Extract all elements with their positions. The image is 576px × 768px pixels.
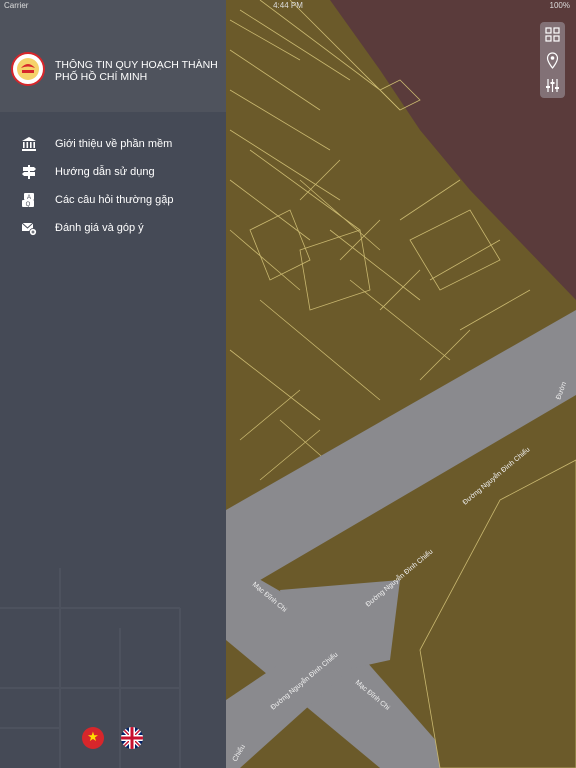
menu-item-about[interactable]: Giới thiệu về phần mềm xyxy=(0,130,226,158)
sliders-icon[interactable] xyxy=(540,73,565,98)
menu-item-label: Các câu hỏi thường gặp xyxy=(55,194,174,206)
svg-text:A: A xyxy=(27,195,31,201)
menu-item-label: Đánh giá và góp ý xyxy=(55,222,144,234)
location-pin-icon[interactable] xyxy=(540,48,565,73)
menu-item-faq[interactable]: AQ Các câu hỏi thường gặp xyxy=(0,186,226,214)
app-logo xyxy=(11,52,45,86)
status-bar: Carrier 4:44 PM 100% xyxy=(0,0,576,12)
signpost-icon xyxy=(21,164,37,180)
grid-icon[interactable] xyxy=(540,22,565,47)
feedback-mail-icon xyxy=(21,220,37,236)
drawer-menu: Giới thiệu về phần mềm Hướng dẫn sử dụng… xyxy=(0,130,226,242)
battery-level: 100% xyxy=(549,1,570,10)
svg-text:Q: Q xyxy=(26,202,31,208)
menu-item-feedback[interactable]: Đánh giá và góp ý xyxy=(0,214,226,242)
map-controls xyxy=(540,22,565,98)
bank-icon xyxy=(21,136,37,152)
menu-item-guide[interactable]: Hướng dẫn sử dụng xyxy=(0,158,226,186)
drawer-background-map xyxy=(0,568,181,768)
clock: 4:44 PM xyxy=(273,1,303,10)
uk-flag[interactable] xyxy=(121,727,143,749)
side-drawer: THÔNG TIN QUY HOẠCH THÀNH PHỐ HỒ CHÍ MIN… xyxy=(0,0,226,768)
menu-item-label: Hướng dẫn sử dụng xyxy=(55,166,155,178)
menu-item-label: Giới thiệu về phần mềm xyxy=(55,138,173,150)
app-title: THÔNG TIN QUY HOẠCH THÀNH PHỐ HỒ CHÍ MIN… xyxy=(55,59,218,83)
faq-icon: AQ xyxy=(21,192,37,208)
vietnamese-flag[interactable]: ★ xyxy=(82,727,104,749)
drawer-header: THÔNG TIN QUY HOẠCH THÀNH PHỐ HỒ CHÍ MIN… xyxy=(0,0,226,112)
